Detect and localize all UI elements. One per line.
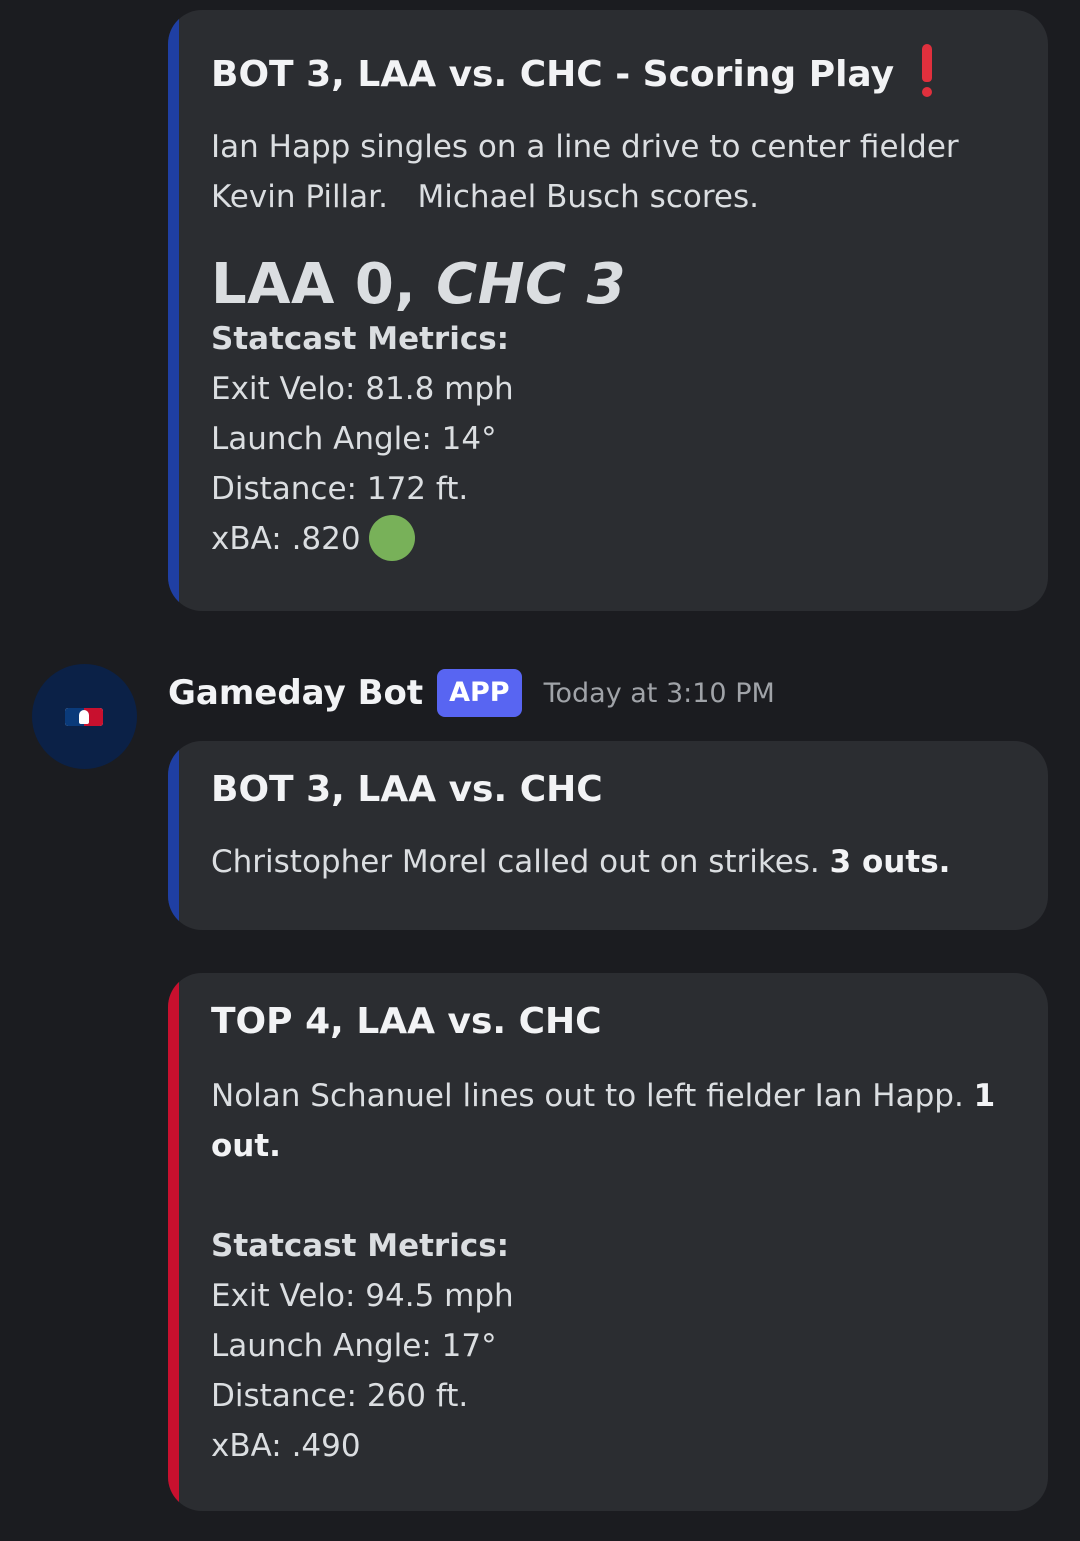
outs-count: 1 (973, 1078, 996, 1114)
play-description: Nolan Schanuel lines out to left fielder… (211, 1071, 1018, 1171)
away-score: LAA 0, (211, 252, 437, 317)
red-exclamation-icon (922, 44, 933, 97)
timestamp[interactable]: Today at 3:10 PM (544, 678, 775, 709)
exit-velo: Exit Velo: 81.8 mph (211, 371, 514, 407)
distance: Distance: 260 ft. (211, 1378, 469, 1414)
game-score: LAA 0, CHC 3 (211, 250, 1018, 320)
embed-title: TOP 4, LAA vs. CHC (211, 1001, 602, 1042)
lineout-embed: TOP 4, LAA vs. CHC Nolan Schanuel lines … (168, 973, 1048, 1511)
mlb-logo-icon (65, 708, 103, 726)
statcast-metrics: Statcast Metrics: Exit Velo: 81.8 mph La… (211, 314, 1018, 564)
metrics-header: Statcast Metrics: (211, 321, 510, 357)
play-description-line: Kevin Pillar. Michael Busch scores. (211, 179, 759, 215)
xba: xBA: .820 (211, 521, 361, 557)
play-description-line: Nolan Schanuel lines out to left fielder… (211, 1071, 1018, 1121)
home-score: CHC 3 (436, 252, 627, 317)
embed-title: BOT 3, LAA vs. CHC - Scoring Play (211, 44, 1018, 98)
app-badge: APP (437, 669, 522, 717)
statcast-metrics: Statcast Metrics: Exit Velo: 94.5 mph La… (211, 1221, 1018, 1471)
embed-title-text: BOT 3, LAA vs. CHC - Scoring Play (211, 54, 895, 95)
avatar[interactable] (32, 664, 137, 769)
exit-velo: Exit Velo: 94.5 mph (211, 1278, 514, 1314)
launch-angle: Launch Angle: 17° (211, 1328, 497, 1364)
play-description-text: Nolan Schanuel lines out to left fielder… (211, 1078, 974, 1114)
scoring-play-embed: BOT 3, LAA vs. CHC - Scoring Play Ian Ha… (168, 10, 1048, 611)
xba: xBA: .490 (211, 1428, 361, 1464)
xba-row: xBA: .820 (211, 514, 1018, 564)
green-circle-icon (368, 515, 415, 561)
username[interactable]: Gameday Bot (168, 673, 423, 713)
launch-angle: Launch Angle: 14° (211, 421, 497, 457)
embed-title: BOT 3, LAA vs. CHC (211, 769, 603, 810)
embed-accent-bar (168, 973, 179, 1511)
metrics-header: Statcast Metrics: (211, 1228, 510, 1264)
message-header: Gameday Bot APP Today at 3:10 PM (168, 668, 775, 718)
play-description-line: Ian Happ singles on a line drive to cent… (211, 129, 959, 165)
embed-accent-bar (168, 10, 179, 611)
outs-label: out. (211, 1128, 281, 1164)
strikeout-embed: BOT 3, LAA vs. CHC Christopher Morel cal… (168, 741, 1048, 930)
play-description-text: Christopher Morel called out on strikes. (211, 844, 830, 880)
play-description: Christopher Morel called out on strikes.… (211, 837, 1018, 887)
embed-accent-bar (168, 741, 179, 930)
outs-count: 3 outs. (829, 844, 951, 880)
distance: Distance: 172 ft. (211, 471, 469, 507)
play-description: Ian Happ singles on a line drive to cent… (211, 122, 1018, 222)
